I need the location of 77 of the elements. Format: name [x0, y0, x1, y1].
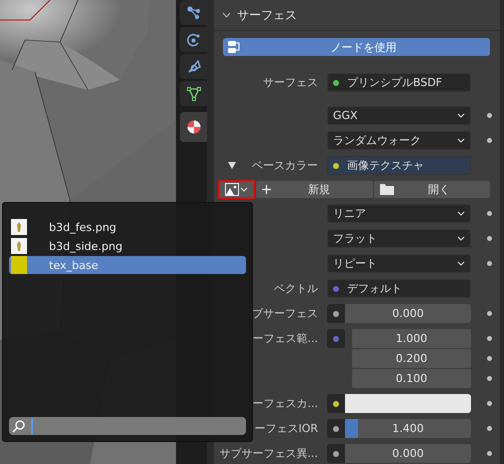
- physics-icon: [186, 32, 202, 48]
- chevron-down-icon: [457, 211, 465, 216]
- image-browse-button[interactable]: [218, 180, 255, 199]
- property-label: ベクトル: [274, 281, 318, 297]
- vector-component-field[interactable]: 1.000: [352, 329, 471, 348]
- chevron-down-icon: [457, 113, 465, 118]
- dropdown[interactable]: ランダムウォーク: [327, 131, 471, 150]
- number-field[interactable]: 0.000: [345, 444, 471, 463]
- shader-field[interactable]: プリンシプルBSDF: [327, 73, 471, 92]
- image-list-item[interactable]: b3d_side.png: [9, 237, 246, 255]
- keyframe-dot-icon[interactable]: [487, 336, 492, 341]
- keyframe-dot-icon[interactable]: [487, 451, 492, 456]
- keyframe-dot-icon[interactable]: [487, 113, 492, 118]
- vector-component-field[interactable]: 0.200: [352, 349, 471, 368]
- properties-tab[interactable]: [180, 0, 207, 25]
- vector-component-field[interactable]: 0.100: [352, 369, 471, 388]
- properties-tab[interactable]: [180, 112, 207, 142]
- expand-triangle-icon[interactable]: [228, 162, 236, 169]
- property-label: ブサーフェス: [251, 306, 318, 322]
- keyframe-dot-icon[interactable]: [487, 311, 492, 316]
- dropdown[interactable]: GGX: [327, 106, 471, 125]
- material-icon: [186, 119, 202, 135]
- property-label: ベースカラー: [252, 158, 318, 174]
- shader-name: 画像テクスチャ: [347, 158, 424, 173]
- search-icon: [12, 419, 26, 433]
- chevron-down-icon: [457, 138, 465, 143]
- panel-title: サーフェス: [237, 6, 297, 24]
- chevron-down-icon: [457, 261, 465, 266]
- property-label: サーフェス: [263, 75, 318, 91]
- image-list-item[interactable]: tex_base: [9, 256, 246, 274]
- chevron-down-icon: [457, 236, 465, 241]
- number-field[interactable]: 1.400: [345, 419, 471, 438]
- keyframe-dot-icon[interactable]: [487, 261, 492, 266]
- keyframe-dot-icon[interactable]: [487, 356, 492, 361]
- folder-icon: [380, 184, 394, 195]
- keyframe-dot-icon[interactable]: [487, 426, 492, 431]
- properties-tab[interactable]: [180, 54, 207, 79]
- dropdown-value: リピート: [333, 256, 377, 271]
- keyframe-dot-icon[interactable]: [487, 211, 492, 216]
- new-image-button[interactable]: 新規: [256, 181, 372, 198]
- number-field[interactable]: 0.000: [345, 304, 471, 323]
- dropdown-value: GGX: [333, 109, 358, 122]
- keyframe-dot-icon[interactable]: [487, 236, 492, 241]
- shader-name: プリンシプルBSDF: [347, 75, 442, 90]
- image-list-item[interactable]: b3d_fes.png: [9, 218, 246, 236]
- dropdown[interactable]: リピート: [327, 254, 471, 273]
- triangle-mesh-icon: [186, 86, 202, 102]
- shader-field[interactable]: 画像テクスチャ: [327, 156, 471, 175]
- color-swatch[interactable]: [345, 394, 471, 413]
- properties-tab[interactable]: [180, 27, 207, 52]
- particles-icon: [186, 4, 202, 20]
- dropdown-value: リニア: [333, 206, 366, 221]
- open-image-button[interactable]: 開く: [374, 181, 490, 198]
- dropdown-value: ランダムウォーク: [333, 133, 421, 148]
- shader-name: デフォルト: [347, 281, 402, 296]
- constraint-icon: [186, 58, 202, 74]
- dropdown-value: フラット: [333, 231, 377, 246]
- node-icon: [227, 40, 241, 54]
- image-icon: [225, 183, 239, 196]
- chevron-down-icon: [240, 187, 248, 192]
- keyframe-dot-icon[interactable]: [487, 401, 492, 406]
- plus-icon: [262, 185, 271, 194]
- keyframe-dot-icon[interactable]: [487, 138, 492, 143]
- properties-tab[interactable]: [180, 81, 207, 106]
- dropdown[interactable]: リニア: [327, 204, 471, 223]
- image-thumbnail-icon: [11, 219, 27, 235]
- panel-header[interactable]: サーフェス: [214, 0, 500, 30]
- keyframe-dot-icon[interactable]: [487, 376, 492, 381]
- search-field[interactable]: [9, 417, 246, 435]
- shader-field[interactable]: デフォルト: [327, 279, 471, 298]
- property-label: ーフェス範...: [252, 331, 318, 347]
- property-label: サブサーフェス異...: [218, 446, 318, 462]
- property-label: ーフェスカ...: [252, 396, 318, 412]
- property-label: ーフェスIOR: [253, 421, 318, 437]
- dropdown[interactable]: フラット: [327, 229, 471, 248]
- image-thumbnail-icon: [11, 238, 27, 254]
- use-nodes-button[interactable]: ノードを使用: [223, 38, 490, 56]
